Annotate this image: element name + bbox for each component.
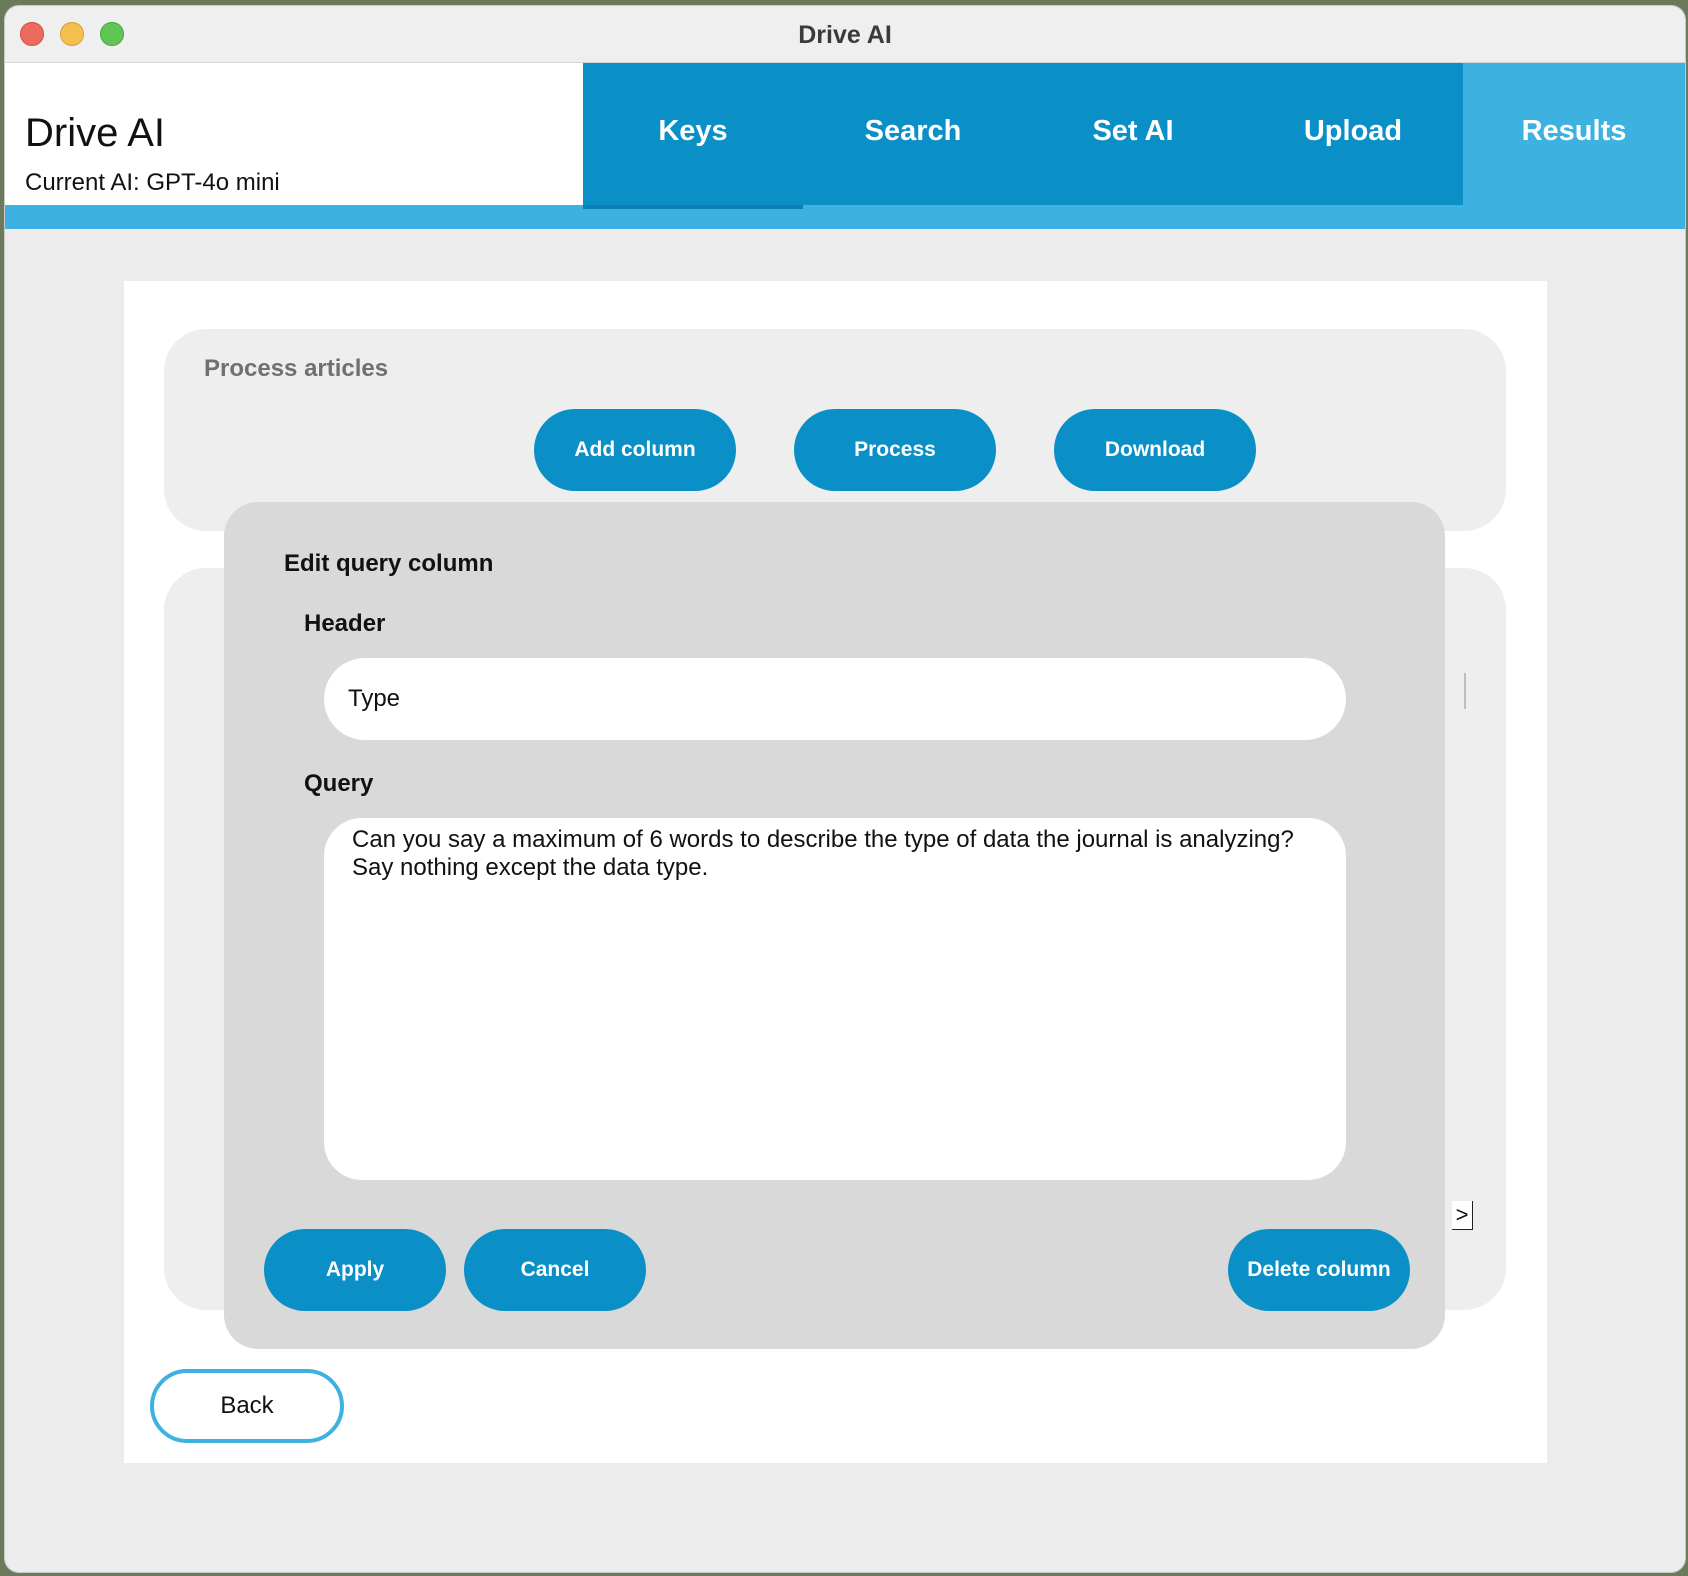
process-articles-label: Process articles xyxy=(204,355,389,382)
main-nav: Keys Search Set AI Upload Results xyxy=(583,63,1685,209)
process-articles-panel: Process articles Add column Process Down… xyxy=(164,329,1506,531)
header-input[interactable]: Type xyxy=(324,658,1346,740)
add-column-button[interactable]: Add column xyxy=(534,409,736,491)
tab-upload[interactable]: Upload xyxy=(1243,63,1463,205)
process-button[interactable]: Process xyxy=(794,409,996,491)
dialog-title: Edit query column xyxy=(284,550,494,577)
header-field-label: Header xyxy=(304,610,386,637)
query-field-label: Query xyxy=(304,770,374,797)
query-text-line: Can you say a maximum of 6 words to desc… xyxy=(352,826,1294,853)
tab-keys[interactable]: Keys xyxy=(583,63,803,209)
tab-search[interactable]: Search xyxy=(803,63,1023,205)
cancel-button[interactable]: Cancel xyxy=(464,1229,646,1311)
next-page-icon[interactable]: > xyxy=(1452,1201,1473,1230)
current-ai-label: Current AI: GPT-4o mini xyxy=(25,169,280,196)
query-text-line: Say nothing except the data type. xyxy=(352,854,709,881)
title-bar: Drive AI xyxy=(5,6,1685,63)
edit-query-column-dialog: Edit query column Header Type Query Can … xyxy=(224,502,1445,1349)
query-textarea[interactable]: Can you say a maximum of 6 words to desc… xyxy=(324,818,1346,1180)
tab-results[interactable]: Results xyxy=(1463,63,1685,205)
apply-button[interactable]: Apply xyxy=(264,1229,446,1311)
app-title: Drive AI xyxy=(25,111,166,155)
back-button[interactable]: Back xyxy=(150,1369,344,1443)
scrollbar-handle[interactable] xyxy=(1464,673,1466,709)
download-button[interactable]: Download xyxy=(1054,409,1256,491)
app-window: Drive AI Drive AI Current AI: GPT-4o min… xyxy=(5,6,1685,1572)
window-title: Drive AI xyxy=(798,21,892,49)
brand-area: Drive AI Current AI: GPT-4o mini xyxy=(5,63,583,205)
tab-set-ai[interactable]: Set AI xyxy=(1023,63,1243,205)
app-header: Drive AI Current AI: GPT-4o mini Keys Se… xyxy=(5,63,1685,229)
delete-column-button[interactable]: Delete column xyxy=(1228,1229,1410,1311)
